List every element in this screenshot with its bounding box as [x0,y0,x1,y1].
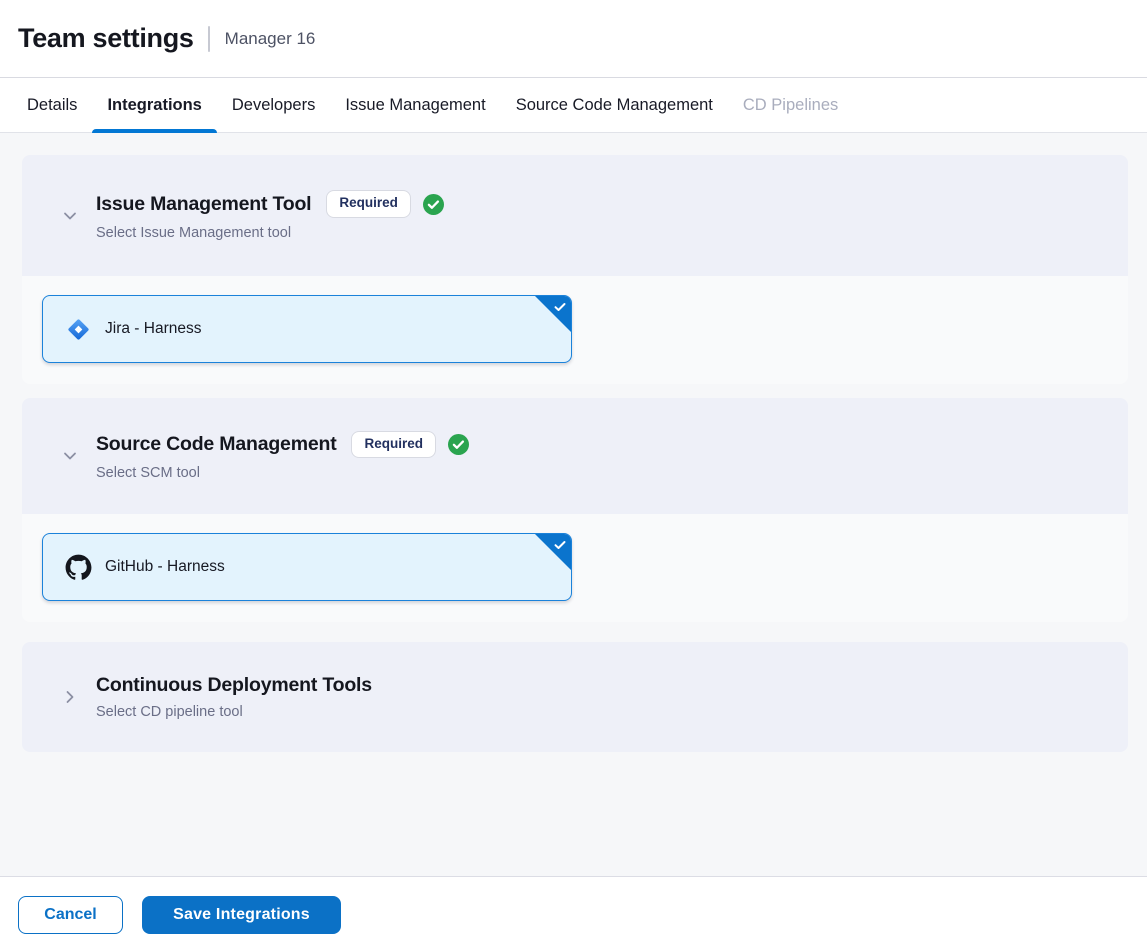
tab-details[interactable]: Details [12,78,92,132]
section-title: Issue Management Tool [96,193,311,216]
option-card-jira-harness[interactable]: Jira - Harness [42,295,572,363]
tab-issue-management-label: Issue Management [345,96,485,115]
page-title: Team settings [18,23,194,54]
section-scm-header[interactable]: Source Code Management Required Select S… [22,398,1128,514]
chevron-right-icon [62,689,78,705]
tab-integrations[interactable]: Integrations [92,78,216,132]
section-continuous-deployment-tools: Continuous Deployment Tools Select CD pi… [22,642,1128,752]
chevron-down-icon [62,208,78,224]
chevron-down-icon [62,448,78,464]
tab-issue-management[interactable]: Issue Management [330,78,500,132]
required-badge: Required [351,431,436,458]
section-subtitle: Select CD pipeline tool [96,704,372,720]
save-integrations-button[interactable]: Save Integrations [142,896,341,934]
integrations-content: Issue Management Tool Required Select Is… [0,133,1147,876]
section-issue-management-body: Jira - Harness [22,276,1128,384]
page-header: Team settings Manager 16 [0,0,1147,78]
selected-check-icon [553,300,567,319]
option-label: Jira - Harness [105,320,201,338]
tab-integrations-label: Integrations [107,96,201,115]
tab-developers[interactable]: Developers [217,78,330,132]
jira-icon [65,316,92,343]
tab-source-code-management-label: Source Code Management [516,96,713,115]
github-icon [65,554,92,581]
section-issue-management-tool: Issue Management Tool Required Select Is… [22,155,1128,384]
cancel-button[interactable]: Cancel [18,896,123,934]
section-title: Source Code Management [96,433,336,456]
tab-details-label: Details [27,96,77,115]
option-label: GitHub - Harness [105,558,225,576]
required-badge: Required [326,190,411,217]
section-source-code-management: Source Code Management Required Select S… [22,398,1128,622]
page-subtitle: Manager 16 [225,29,316,49]
tab-cd-pipelines-label: CD Pipelines [743,96,838,115]
section-scm-body: GitHub - Harness [22,514,1128,622]
tab-cd-pipelines: CD Pipelines [728,78,853,132]
section-cd-header[interactable]: Continuous Deployment Tools Select CD pi… [22,642,1128,752]
active-tab-underline [92,129,216,133]
section-issue-management-header[interactable]: Issue Management Tool Required Select Is… [22,155,1128,276]
tab-source-code-management[interactable]: Source Code Management [501,78,728,132]
tab-bar: Details Integrations Developers Issue Ma… [0,78,1147,133]
section-title: Continuous Deployment Tools [96,674,372,697]
footer-action-bar: Cancel Save Integrations [0,876,1147,952]
option-card-github-harness[interactable]: GitHub - Harness [42,533,572,601]
check-circle-icon [448,434,469,455]
section-subtitle: Select Issue Management tool [96,225,444,241]
check-circle-icon [423,194,444,215]
title-divider [208,26,210,52]
section-subtitle: Select SCM tool [96,465,469,481]
selected-check-icon [553,538,567,557]
tab-developers-label: Developers [232,96,315,115]
